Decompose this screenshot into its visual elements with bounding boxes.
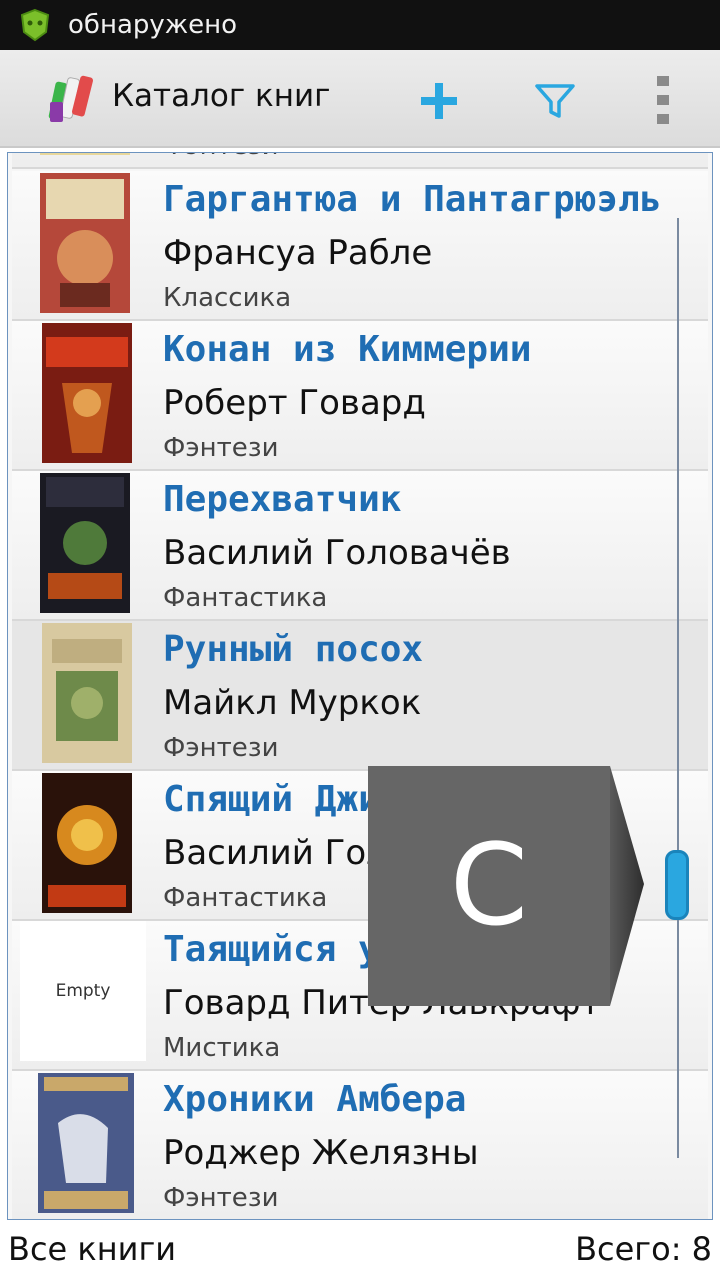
list-item[interactable]: Перехватчик Василий Головачёв Фантастика: [12, 471, 708, 621]
action-bar: Каталог книг: [0, 50, 720, 148]
book-title: Гаргантюа и Пантагрюэль: [163, 179, 662, 220]
book-author: Роберт Говард: [163, 383, 426, 423]
book-cover: [42, 773, 132, 913]
book-genre: Фэнтези: [163, 1183, 279, 1213]
book-author: Майкл Муркок: [163, 683, 422, 723]
status-bar: обнаружено: [0, 0, 720, 50]
book-genre: Классика: [163, 283, 292, 313]
fast-scroll-thumb[interactable]: [665, 850, 689, 920]
filter-icon[interactable]: [530, 76, 580, 126]
fast-scroll-track[interactable]: [677, 218, 679, 1158]
book-cover: [42, 623, 132, 763]
list-item[interactable]: Конан из Киммерии Роберт Говард Фэнтези: [12, 321, 708, 471]
book-cover-empty: Empty: [20, 921, 146, 1061]
book-genre: Фантастика: [163, 883, 328, 913]
book-title: Перехватчик: [163, 479, 402, 520]
footer-filter-label[interactable]: Все книги: [8, 1230, 176, 1268]
app-title: Каталог книг: [112, 78, 331, 114]
book-cover: [40, 153, 130, 155]
book-title: Хроники Амбера: [163, 1079, 467, 1120]
book-title: Конан из Киммерии: [163, 329, 532, 370]
book-cover: [42, 323, 132, 463]
book-author: Василий Головачёв: [163, 533, 511, 573]
list-item-partial[interactable]: Фэнтези: [12, 153, 708, 169]
book-cover: [38, 1073, 134, 1213]
book-genre: Мистика: [163, 1033, 281, 1063]
android-shield-icon: [20, 8, 50, 42]
empty-cover-label: Empty: [55, 981, 111, 1001]
book-genre: Фэнтези: [163, 733, 279, 763]
book-genre: Фэнтези: [163, 433, 279, 463]
book-author: Франсуа Рабле: [163, 233, 433, 273]
book-genre: Фантастика: [163, 583, 328, 613]
book-genre: Фэнтези: [163, 153, 279, 161]
book-title: Рунный посох: [163, 629, 424, 670]
list-item-selected[interactable]: Рунный посох Майкл Муркок Фэнтези: [12, 621, 708, 771]
book-cover: [40, 473, 130, 613]
list-item[interactable]: Гаргантюа и Пантагрюэль Франсуа Рабле Кл…: [12, 171, 708, 321]
books-icon[interactable]: [46, 72, 98, 126]
list-item[interactable]: Хроники Амбера Роджер Желязны Фэнтези: [12, 1071, 708, 1219]
book-list[interactable]: Фэнтези Гаргантюа и Пантагрюэль Франсуа …: [7, 152, 713, 1220]
book-cover: [40, 173, 130, 313]
footer-total-count: Всего: 8: [575, 1230, 712, 1268]
overflow-menu-icon[interactable]: [650, 72, 676, 128]
fast-scroll-letter: С: [449, 821, 529, 951]
book-author: Роджер Желязны: [163, 1133, 479, 1173]
status-notification-text: обнаружено: [68, 10, 238, 40]
add-icon[interactable]: [414, 76, 464, 126]
